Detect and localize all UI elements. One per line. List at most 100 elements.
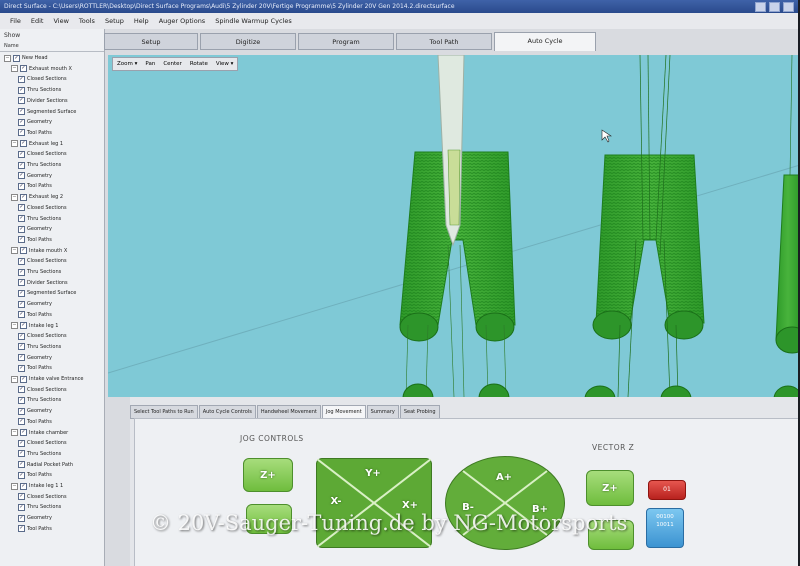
tree-item[interactable]: ✓ Thru Sections xyxy=(18,160,61,170)
tree-checkbox[interactable]: ✓ xyxy=(20,482,27,490)
tab-handwheel-movement[interactable]: Handwheel Movement xyxy=(256,405,321,419)
tree-checkbox[interactable]: ✓ xyxy=(18,279,25,287)
tree-item[interactable]: ✓ Thru Sections xyxy=(18,342,61,352)
tab-jog-movement[interactable]: Jog Movement xyxy=(321,405,366,419)
tree-item[interactable]: − ✓ Exhaust leg 2 xyxy=(11,192,63,202)
tree-item[interactable]: ✓ Closed Sections xyxy=(18,438,67,448)
tree-checkbox[interactable]: ✓ xyxy=(20,65,27,73)
tree-item[interactable]: ✓ Geometry xyxy=(18,353,52,363)
tree-item[interactable]: ✓ Geometry xyxy=(18,513,52,523)
tab-summary[interactable]: Summary xyxy=(366,405,399,419)
tree-checkbox[interactable]: ✓ xyxy=(20,322,27,329)
tree-checkbox[interactable]: ✓ xyxy=(20,140,27,148)
menu-setup[interactable]: Setup xyxy=(105,17,124,25)
jog-a-plus-button[interactable]: A+ xyxy=(484,466,524,490)
tree-checkbox[interactable]: ✓ xyxy=(18,268,25,276)
tree-checkbox[interactable]: ✓ xyxy=(18,182,25,190)
tree-checkbox[interactable]: ✓ xyxy=(18,172,25,180)
tree-checkbox[interactable]: ✓ xyxy=(18,471,25,479)
tree-item[interactable]: ✓ Tool Paths xyxy=(18,417,52,427)
tree-checkbox[interactable]: ✓ xyxy=(18,514,25,522)
tree-item[interactable]: − ✓ Intake leg 1 xyxy=(11,321,58,331)
tree-item[interactable]: ✓ Thru Sections xyxy=(18,395,61,405)
tree-checkbox[interactable]: ✓ xyxy=(18,118,25,126)
tree-item[interactable]: ✓ Divider Sections xyxy=(18,96,68,106)
tree-checkbox[interactable]: ✓ xyxy=(18,503,25,511)
tree-item[interactable]: ✓ Thru Sections xyxy=(18,267,61,277)
tree-item[interactable]: ✓ Tool Paths xyxy=(18,235,52,245)
tree-item[interactable]: ✓ Segmented Surface xyxy=(18,288,76,298)
tree-checkbox[interactable]: ✓ xyxy=(18,364,25,372)
tree-item[interactable]: ✓ Tool Paths xyxy=(18,524,52,534)
tab-seat-probing[interactable]: Seat Probing xyxy=(399,405,440,419)
tree-checkbox[interactable]: ✓ xyxy=(18,108,25,115)
pan-button[interactable]: Pan xyxy=(141,58,159,70)
blue-indicator-button[interactable]: 00100 10011 xyxy=(646,508,684,548)
minimize-button[interactable] xyxy=(755,2,766,12)
tree-checkbox[interactable]: ✓ xyxy=(18,418,25,426)
tree-item[interactable]: − ✓ Exhaust mouth X xyxy=(11,64,72,74)
tree-checkbox[interactable]: ✓ xyxy=(18,343,25,351)
tree-item[interactable]: ✓ Closed Sections xyxy=(18,331,67,341)
tree-checkbox[interactable]: ✓ xyxy=(18,289,25,297)
view-menu[interactable]: View ▾ xyxy=(212,58,238,70)
tree-checkbox[interactable]: ✓ xyxy=(18,450,25,458)
tree-checkbox[interactable]: ✓ xyxy=(18,129,25,137)
menu-spindle-warmup[interactable]: Spindle Warmup Cycles xyxy=(215,17,292,25)
tree-checkbox[interactable]: ✓ xyxy=(18,525,25,533)
jog-y-plus-button[interactable]: Y+ xyxy=(352,462,394,486)
tree-item[interactable]: ✓ Closed Sections xyxy=(18,385,67,395)
tree-checkbox[interactable]: ✓ xyxy=(20,193,27,201)
tree-expander-icon[interactable]: − xyxy=(11,322,18,329)
tree-item[interactable]: ✓ Thru Sections xyxy=(18,85,61,95)
menu-view[interactable]: View xyxy=(53,17,68,25)
tree-checkbox[interactable]: ✓ xyxy=(18,311,25,319)
tree-item[interactable]: − ✓ Intake valve Entrance xyxy=(11,374,84,384)
menu-file[interactable]: File xyxy=(10,17,21,25)
tree-checkbox[interactable]: ✓ xyxy=(18,493,25,501)
tree-checkbox[interactable]: ✓ xyxy=(18,225,25,233)
tree-item[interactable]: ✓ Closed Sections xyxy=(18,203,67,213)
tree-item[interactable]: ✓ Thru Sections xyxy=(18,449,61,459)
tree-item[interactable]: − ✓ Intake chamber xyxy=(11,428,68,438)
tree-item[interactable]: ✓ Divider Sections xyxy=(18,278,68,288)
close-button[interactable] xyxy=(783,2,794,12)
tree-checkbox[interactable]: ✓ xyxy=(18,354,25,362)
tree-checkbox[interactable]: ✓ xyxy=(13,54,20,62)
tree-item[interactable]: ✓ Tool Paths xyxy=(18,310,52,320)
tree-checkbox[interactable]: ✓ xyxy=(20,429,27,436)
tab-setup[interactable]: Setup xyxy=(104,33,198,50)
tree-item[interactable]: ✓ Segmented Surface xyxy=(18,107,76,117)
tree-item[interactable]: ✓ Thru Sections xyxy=(18,214,61,224)
tree-item[interactable]: ✓ Geometry xyxy=(18,299,52,309)
tree-item[interactable]: ✓ Thru Sections xyxy=(18,502,61,512)
menu-edit[interactable]: Edit xyxy=(31,17,44,25)
tree-checkbox[interactable]: ✓ xyxy=(18,300,25,308)
tree-item[interactable]: ✓ Geometry xyxy=(18,406,52,416)
tree-checkbox[interactable]: ✓ xyxy=(18,257,25,265)
tab-tool-path[interactable]: Tool Path xyxy=(396,33,492,50)
tree-checkbox[interactable]: ✓ xyxy=(18,161,25,169)
tree-expander-icon[interactable]: − xyxy=(11,65,18,73)
tree-checkbox[interactable]: ✓ xyxy=(18,97,25,105)
tree-checkbox[interactable]: ✓ xyxy=(18,236,25,244)
tree-item[interactable]: − ✓ New Head xyxy=(4,53,48,63)
tree-checkbox[interactable]: ✓ xyxy=(18,461,25,469)
tree-item[interactable]: ✓ Closed Sections xyxy=(18,492,67,502)
tree-item[interactable]: ✓ Tool Paths xyxy=(18,363,52,373)
zoom-menu[interactable]: Zoom ▾ xyxy=(113,58,141,70)
tree-item[interactable]: − ✓ Intake leg 1 1 xyxy=(11,481,63,491)
tree-item[interactable]: ✓ Geometry xyxy=(18,171,52,181)
vector-z-plus-button[interactable]: Z+ xyxy=(586,470,634,506)
rotate-button[interactable]: Rotate xyxy=(186,58,212,70)
tab-digitize[interactable]: Digitize xyxy=(200,33,296,50)
tree-item[interactable]: ✓ Closed Sections xyxy=(18,256,67,266)
tree-checkbox[interactable]: ✓ xyxy=(18,150,25,158)
menu-tools[interactable]: Tools xyxy=(79,17,95,25)
tree-checkbox[interactable]: ✓ xyxy=(20,375,27,383)
tree-expander-icon[interactable]: − xyxy=(11,247,18,255)
menu-auger-options[interactable]: Auger Options xyxy=(159,17,206,25)
tree-checkbox[interactable]: ✓ xyxy=(20,247,27,255)
tab-auto-cycle-controls[interactable]: Auto Cycle Controls xyxy=(198,405,256,419)
tree-expander-icon[interactable]: − xyxy=(11,375,18,383)
